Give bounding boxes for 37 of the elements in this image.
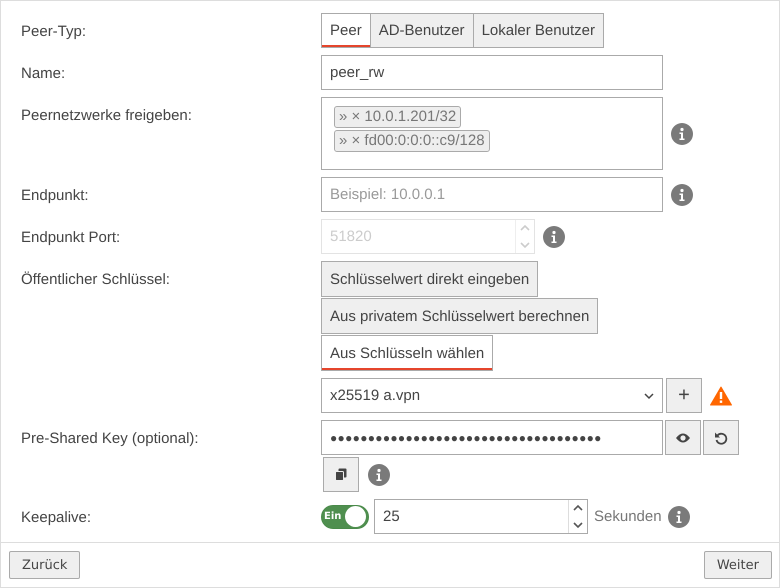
option-button[interactable]: Aus Schlüsseln wählen — [321, 335, 494, 371]
tab[interactable]: AD-Benutzer — [370, 13, 474, 48]
field-label: Pre-Shared Key (optional): — [21, 430, 199, 447]
text-field[interactable]: peer_rw — [321, 55, 663, 90]
tab[interactable]: Lokaler Benutzer — [472, 13, 604, 48]
network-tag[interactable]: » × 10.0.1.201/32 — [334, 106, 462, 128]
info-icon[interactable] — [668, 506, 690, 528]
password-field[interactable]: ●●●●●●●●●●●●●●●●●●●●●●●●●●●●●●●●●●●● — [321, 420, 663, 455]
unit-label: Sekunden — [594, 508, 662, 525]
info-icon[interactable] — [368, 464, 390, 486]
field-label: Endpunkt: — [21, 187, 89, 204]
network-tag[interactable]: » × fd00:0:0:0::c9/128 — [334, 130, 490, 152]
next-button[interactable]: Weiter — [704, 551, 772, 579]
number-field[interactable]: 25 — [374, 499, 588, 534]
field-label: Endpunkt Port: — [21, 229, 120, 246]
field-label: Name: — [21, 65, 66, 82]
select-field[interactable]: x25519 a.vpn — [321, 378, 663, 413]
field-label: Peer-Typ: — [21, 23, 86, 40]
chevron-down-icon — [644, 392, 654, 400]
input-field[interactable]: » × 10.0.1.201/32 » × fd00:0:0:0::c9/128 — [321, 97, 663, 170]
tab[interactable]: Peer — [321, 13, 371, 48]
option-button[interactable]: Aus privatem Schlüsselwert berechnen — [321, 298, 598, 334]
field-label: Öffentlicher Schlüssel: — [21, 271, 170, 288]
reset-button[interactable] — [703, 420, 739, 455]
copy-button[interactable] — [323, 457, 359, 492]
toggle-switch[interactable]: Ein — [321, 504, 369, 528]
eye-icon — [675, 432, 691, 444]
info-icon[interactable] — [671, 122, 693, 144]
add-button[interactable]: + — [666, 378, 702, 413]
field-label: Keepalive: — [21, 509, 92, 526]
undo-icon — [714, 430, 728, 444]
option-button[interactable]: Schlüsselwert direkt eingeben — [321, 261, 538, 297]
copy-icon — [335, 468, 347, 481]
field-label: Peernetzwerke freigeben: — [21, 107, 192, 124]
back-button[interactable]: Zurück — [9, 551, 80, 579]
eye-button[interactable] — [665, 420, 701, 455]
info-icon[interactable] — [671, 184, 693, 206]
